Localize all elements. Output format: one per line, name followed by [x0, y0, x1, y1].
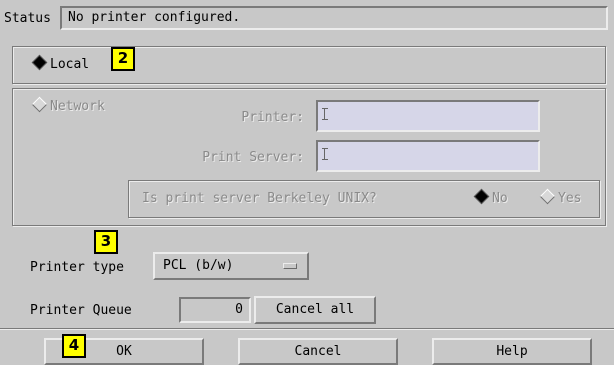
cancel-all-button[interactable]: Cancel all	[254, 296, 376, 324]
print-server-label: Print Server:	[202, 150, 304, 165]
print-server-input[interactable]	[316, 140, 540, 172]
berkeley-question: Is print server Berkeley UNIX?	[142, 191, 377, 206]
printer-queue-count-value: 0	[235, 302, 243, 317]
printer-input[interactable]	[316, 100, 540, 132]
local-group	[12, 46, 606, 84]
printer-type-menu[interactable]: PCL (b/w)	[153, 252, 309, 280]
text-cursor-icon	[322, 148, 328, 160]
printer-type-value: PCL (b/w)	[163, 258, 234, 273]
network-radio-label: Network	[50, 99, 105, 114]
network-radio[interactable]: Network	[31, 96, 105, 115]
no-radio-label: No	[492, 191, 508, 206]
help-button[interactable]: Help	[432, 338, 592, 365]
local-radio[interactable]: Local	[31, 54, 90, 73]
no-radio-indicator[interactable]	[473, 188, 490, 205]
local-radio-indicator[interactable]	[31, 54, 48, 71]
annotation-tag-4: 4	[62, 334, 86, 358]
option-menu-icon	[283, 263, 297, 269]
cancel-label: Cancel	[294, 344, 342, 359]
annotation-tag-3: 3	[94, 230, 118, 254]
button-bar-divider	[0, 328, 614, 330]
cancel-all-label: Cancel all	[275, 302, 355, 317]
cancel-button[interactable]: Cancel	[238, 338, 398, 365]
network-radio-indicator[interactable]	[31, 96, 48, 113]
annotation-tag-2: 2	[111, 47, 135, 71]
text-cursor-icon	[322, 108, 328, 120]
yes-radio-indicator[interactable]	[539, 188, 556, 205]
status-field: No printer configured.	[60, 6, 608, 30]
printer-queue-label: Printer Queue	[30, 303, 132, 318]
yes-radio-label: Yes	[558, 191, 582, 206]
local-radio-label: Local	[50, 57, 90, 72]
printer-type-label: Printer type	[30, 260, 124, 275]
berkeley-yes-radio[interactable]: Yes	[539, 188, 582, 207]
help-label: Help	[496, 344, 528, 359]
berkeley-no-radio[interactable]: No	[473, 188, 508, 207]
status-label: Status	[4, 11, 51, 26]
printer-queue-count: 0	[179, 297, 251, 323]
status-value: No printer configured.	[68, 10, 241, 25]
printer-label: Printer:	[241, 110, 304, 125]
